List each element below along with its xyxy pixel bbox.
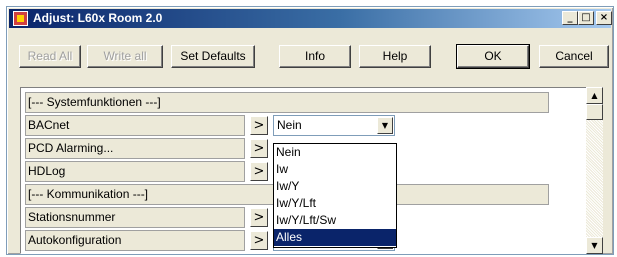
ok-button[interactable]: OK [456, 44, 530, 69]
window-title: Adjust: L60x Room 2.0 [33, 11, 163, 25]
dropdown-option-selected[interactable]: Alles [274, 229, 396, 246]
chevron-down-icon[interactable]: ▼ [377, 117, 393, 134]
read-all-button[interactable]: Read All [19, 45, 81, 68]
help-button[interactable]: Help [359, 45, 431, 68]
minimize-button[interactable]: _ [562, 11, 578, 25]
bacnet-select-value: Nein [277, 118, 302, 132]
dropdown-option[interactable]: Iw/Y/Lft [274, 195, 396, 212]
vertical-scrollbar[interactable]: ▲ ▼ [586, 87, 603, 254]
bacnet-select[interactable]: Nein ▼ [273, 115, 395, 136]
dropdown-option[interactable]: Iw/Y/Lft/Sw [274, 212, 396, 229]
auto-config-label: Autokonfiguration [25, 230, 245, 251]
parameter-list: [--- Systemfunktionen ---] BACnet > Nein… [20, 87, 598, 254]
cancel-button[interactable]: Cancel [539, 45, 609, 68]
hdlog-arrow-button[interactable]: > [250, 162, 268, 181]
info-button[interactable]: Info [279, 45, 351, 68]
station-number-arrow-button[interactable]: > [250, 208, 268, 227]
dropdown-option[interactable]: Iw/Y [274, 178, 396, 195]
scroll-up-icon[interactable]: ▲ [586, 87, 603, 104]
dropdown-option[interactable]: Iw [274, 161, 396, 178]
scroll-thumb[interactable] [586, 104, 603, 120]
hdlog-label: HDLog [25, 161, 245, 182]
bacnet-dropdown-list: Nein Iw Iw/Y Iw/Y/Lft Iw/Y/Lft/Sw Alles [273, 143, 397, 248]
auto-config-arrow-button[interactable]: > [250, 231, 268, 250]
station-number-label: Stationsnummer [25, 207, 245, 228]
pcd-alarming-arrow-button[interactable]: > [250, 139, 268, 158]
bacnet-arrow-button[interactable]: > [250, 116, 268, 135]
maximize-button[interactable]: □ [578, 11, 594, 25]
close-button[interactable]: × [596, 11, 612, 25]
set-defaults-button[interactable]: Set Defaults [171, 45, 255, 68]
pcd-alarming-label: PCD Alarming... [25, 138, 245, 159]
adjust-window: Adjust: L60x Room 2.0 _ □ × Read All Wri… [6, 6, 614, 255]
bacnet-label: BACnet [25, 115, 245, 136]
dropdown-option[interactable]: Nein [274, 144, 396, 161]
section-header-system: [--- Systemfunktionen ---] [25, 92, 549, 113]
scroll-down-icon[interactable]: ▼ [586, 237, 603, 254]
title-bar[interactable]: Adjust: L60x Room 2.0 _ □ × [9, 9, 612, 28]
app-icon [13, 11, 28, 26]
write-all-button[interactable]: Write all [87, 45, 163, 68]
